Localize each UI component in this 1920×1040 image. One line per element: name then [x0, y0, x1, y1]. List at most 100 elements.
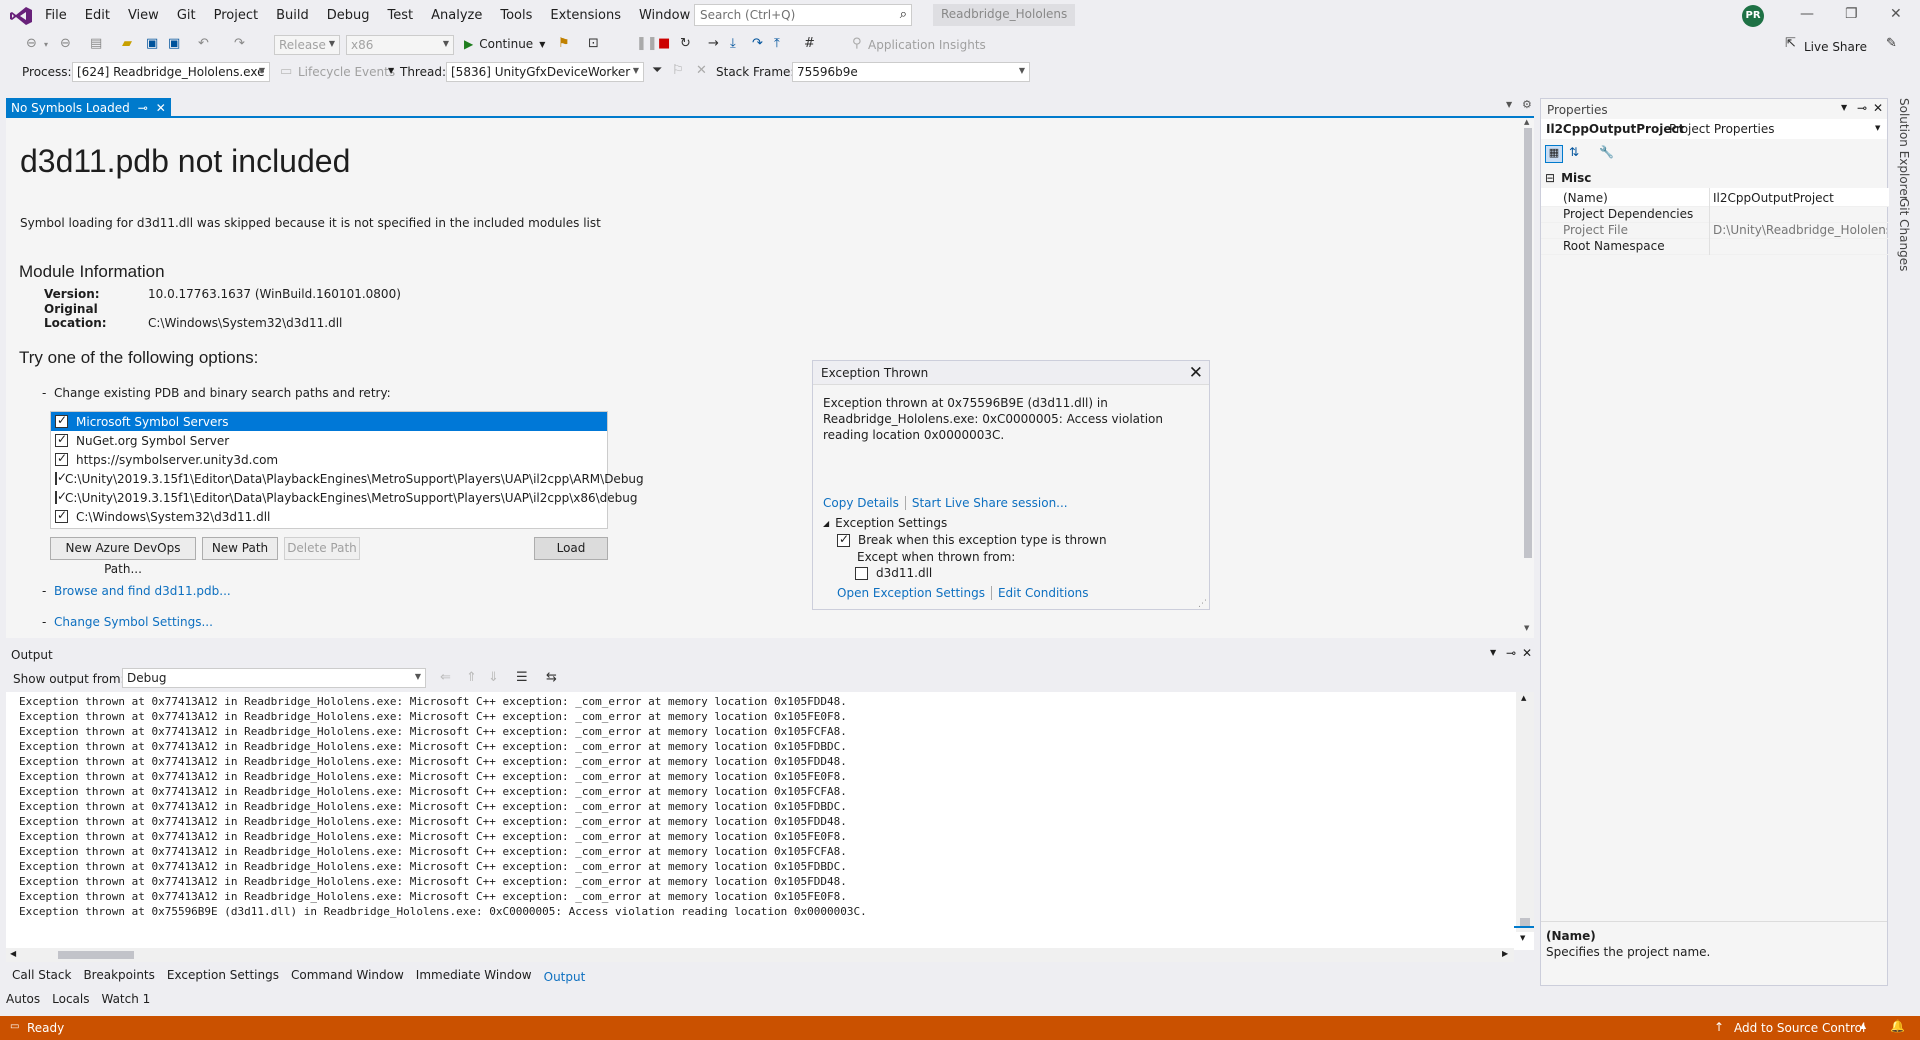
- gear-icon[interactable]: ⚙: [1522, 98, 1532, 111]
- delete-path-button[interactable]: Delete Path: [284, 537, 360, 560]
- stop-icon[interactable]: ■: [658, 36, 670, 51]
- live-share-button[interactable]: Live Share: [1804, 40, 1867, 54]
- path-checkbox[interactable]: [55, 470, 67, 485]
- close-tab-icon[interactable]: ✕: [156, 101, 166, 115]
- close-icon[interactable]: ✕: [1189, 363, 1203, 383]
- object-selector[interactable]: Il2CppOutputProject Project Properties ▼: [1541, 119, 1887, 139]
- continue-button[interactable]: ▶ Continue ▼: [464, 37, 545, 51]
- menu-item-git[interactable]: Git: [168, 8, 205, 23]
- back-dropdown-icon[interactable]: ▾: [44, 40, 48, 49]
- tab-breakpoints[interactable]: Breakpoints: [77, 968, 160, 984]
- stack-frame-dropdown[interactable]: 75596b9e ▼: [792, 62, 1030, 82]
- scroll-thumb[interactable]: [1524, 128, 1532, 558]
- word-wrap-icon[interactable]: ⇆: [546, 670, 557, 685]
- new-path-button[interactable]: New Path: [202, 537, 278, 560]
- tab-git-changes[interactable]: Git Changes: [1897, 198, 1911, 271]
- search-box[interactable]: Search (Ctrl+Q) ⌕: [694, 4, 912, 26]
- resize-grip-icon[interactable]: ⋰: [1198, 599, 1207, 609]
- pin-icon[interactable]: ⊸: [138, 101, 148, 115]
- output-source-dropdown[interactable]: Debug ▼: [122, 668, 426, 688]
- configuration-dropdown[interactable]: Release ▼: [274, 35, 340, 55]
- alphabetical-icon[interactable]: ⇅: [1569, 145, 1579, 159]
- menu-item-window[interactable]: Window: [630, 8, 699, 23]
- document-scrollbar[interactable]: ▲ ▼: [1522, 118, 1534, 638]
- path-checkbox[interactable]: [55, 413, 68, 428]
- path-checkbox[interactable]: [55, 451, 68, 466]
- copy-details-link[interactable]: Copy Details: [823, 496, 899, 510]
- scroll-thumb[interactable]: [58, 951, 134, 959]
- undo-icon[interactable]: ↶: [198, 36, 209, 51]
- menu-item-project[interactable]: Project: [205, 8, 267, 23]
- tab-output[interactable]: Output: [538, 968, 592, 984]
- forward-icon[interactable]: ⊖: [60, 36, 71, 51]
- tab-call-stack[interactable]: Call Stack: [6, 968, 77, 984]
- pin-icon[interactable]: ⊸: [1506, 646, 1516, 660]
- step-over-icon[interactable]: ↷: [752, 36, 763, 51]
- close-window-icon[interactable]: ✕: [1890, 6, 1902, 22]
- tab-immediate-window[interactable]: Immediate Window: [410, 968, 538, 984]
- tab-locals[interactable]: Locals: [46, 992, 95, 1006]
- add-to-source-control-button[interactable]: Add to Source Control: [1734, 1021, 1865, 1035]
- save-all-icon[interactable]: ▣: [168, 36, 180, 51]
- toggle-flag-icon[interactable]: ✕: [696, 63, 707, 78]
- menu-item-debug[interactable]: Debug: [318, 8, 379, 23]
- previous-message-icon[interactable]: ⇑: [466, 670, 477, 685]
- output-text[interactable]: Exception thrown at 0x77413A12 in Readbr…: [6, 692, 1534, 950]
- open-exception-settings-link[interactable]: Open Exception Settings: [837, 586, 985, 600]
- symbol-path-item[interactable]: C:\Windows\System32\d3d11.dll: [51, 507, 607, 526]
- lifecycle-events-button[interactable]: Lifecycle Events: [298, 65, 395, 79]
- menu-item-build[interactable]: Build: [267, 8, 318, 23]
- symbol-path-item[interactable]: Microsoft Symbol Servers: [51, 412, 607, 431]
- close-icon[interactable]: ✕: [1873, 101, 1883, 115]
- symbol-path-item[interactable]: NuGet.org Symbol Server: [51, 431, 607, 450]
- symbol-path-item[interactable]: C:\Unity\2019.3.15f1\Editor\Data\Playbac…: [51, 469, 644, 488]
- show-next-statement-icon[interactable]: →: [708, 36, 719, 51]
- open-folder-icon[interactable]: ▰: [122, 36, 132, 51]
- scroll-right-icon[interactable]: ▶: [1502, 949, 1508, 958]
- property-value[interactable]: Il2CppOutputProject: [1713, 191, 1887, 205]
- back-icon[interactable]: ⊖: [26, 36, 37, 51]
- path-checkbox[interactable]: [55, 508, 68, 523]
- camera-icon[interactable]: ⊡: [588, 36, 599, 51]
- save-icon[interactable]: ▣: [146, 36, 158, 51]
- restore-icon[interactable]: ❐: [1845, 6, 1858, 22]
- close-icon[interactable]: ✕: [1522, 646, 1532, 660]
- live-share-session-link[interactable]: Start Live Share session...: [912, 496, 1068, 510]
- load-button[interactable]: Load: [534, 537, 608, 560]
- step-out-icon[interactable]: ⤒: [774, 36, 780, 51]
- tab-no-symbols-loaded[interactable]: No Symbols Loaded ⊸ ✕: [6, 98, 171, 117]
- scroll-up-icon[interactable]: ▲: [1524, 118, 1529, 126]
- notifications-icon[interactable]: 🔔: [1890, 1019, 1905, 1033]
- scroll-left-icon[interactable]: ◀: [10, 949, 16, 958]
- scroll-down-icon[interactable]: ▼: [1524, 624, 1529, 632]
- process-dropdown[interactable]: [624] Readbridge_Hololens.exe ▼: [72, 62, 270, 82]
- change-symbol-settings-link[interactable]: Change Symbol Settings...: [54, 615, 213, 629]
- exception-settings-section[interactable]: ◢ Exception Settings: [823, 516, 947, 530]
- category-misc[interactable]: ⊟ Misc: [1545, 171, 1591, 185]
- clear-all-icon[interactable]: ☰: [516, 670, 528, 685]
- new-project-icon[interactable]: ▤: [90, 36, 102, 51]
- feedback-icon[interactable]: ✎: [1886, 36, 1897, 51]
- chevron-down-icon[interactable]: ▼: [1490, 648, 1496, 657]
- pause-icon[interactable]: ❚❚: [636, 36, 658, 51]
- symbol-path-item[interactable]: https://symbolserver.unity3d.com: [51, 450, 607, 469]
- tab-command-window[interactable]: Command Window: [285, 968, 410, 984]
- property-pages-icon[interactable]: 🔧: [1599, 145, 1614, 159]
- find-message-icon[interactable]: ⇐: [440, 670, 451, 685]
- tab-overflow-icon[interactable]: ▼: [1506, 100, 1512, 109]
- scroll-down-icon[interactable]: ▼: [1520, 934, 1525, 942]
- break-when-thrown-checkbox[interactable]: Break when this exception type is thrown: [837, 532, 1107, 547]
- hex-display-icon[interactable]: #: [804, 36, 815, 51]
- redo-icon[interactable]: ↷: [234, 36, 245, 51]
- chevron-down-icon[interactable]: ▼: [388, 66, 394, 75]
- property-row[interactable]: Root Namespace: [1541, 236, 1889, 255]
- chevron-down-icon[interactable]: ▼: [1841, 103, 1847, 112]
- menu-item-edit[interactable]: Edit: [76, 8, 119, 23]
- menu-item-file[interactable]: File: [36, 8, 76, 23]
- tab-exception-settings[interactable]: Exception Settings: [161, 968, 285, 984]
- output-horizontal-scrollbar[interactable]: ◀ ▶: [6, 948, 1514, 962]
- browse-pdb-link[interactable]: Browse and find d3d11.pdb...: [54, 584, 231, 598]
- menu-item-view[interactable]: View: [119, 8, 168, 23]
- scroll-thumb[interactable]: [1520, 918, 1530, 926]
- next-message-icon[interactable]: ⇓: [488, 670, 499, 685]
